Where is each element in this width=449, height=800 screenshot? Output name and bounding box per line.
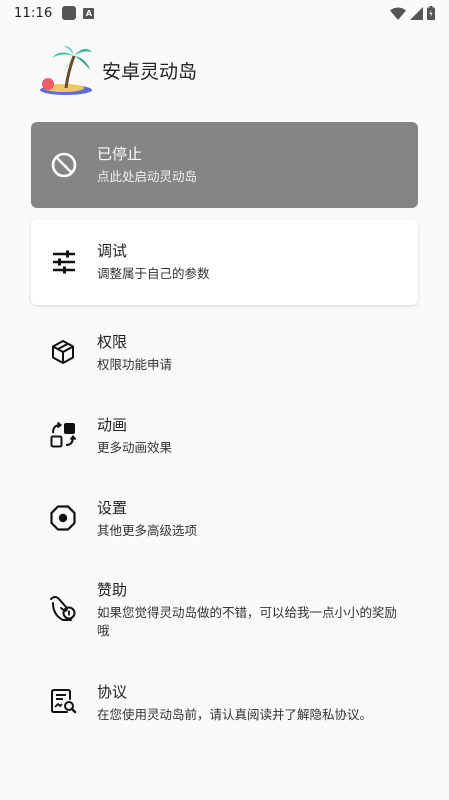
wifi-icon bbox=[390, 6, 406, 20]
palm-island-logo bbox=[40, 46, 92, 95]
status-bar: 11:16 A bbox=[0, 0, 449, 26]
battery-icon bbox=[427, 6, 435, 20]
menu-item-subtitle: 如果您觉得灵动岛做的不错，可以给我一点小小的奖励哦 bbox=[97, 605, 398, 638]
debug-card-title: 调试 bbox=[97, 242, 128, 260]
menu-item-agreement[interactable]: 协议 在您使用灵动岛前，请认真阅读并了解隐私协议。 bbox=[49, 682, 409, 724]
menu-item-subtitle: 其他更多高级选项 bbox=[97, 523, 198, 538]
menu-item-title: 赞助 bbox=[97, 581, 128, 599]
notification-square-icon bbox=[62, 6, 77, 20]
status-card-subtitle: 点此处启动灵动岛 bbox=[97, 169, 198, 184]
menu-item-subtitle: 在您使用灵动岛前，请认真阅读并了解隐私协议。 bbox=[97, 707, 373, 722]
shapes-swap-icon bbox=[49, 421, 77, 449]
menu-item-title: 设置 bbox=[97, 499, 128, 517]
status-card[interactable]: 已停止 点此处启动灵动岛 bbox=[31, 122, 418, 208]
sliders-icon bbox=[49, 247, 79, 277]
a-icon: A bbox=[83, 7, 95, 19]
menu-item-animation[interactable]: 动画 更多动画效果 bbox=[49, 415, 409, 457]
menu-item-title: 协议 bbox=[97, 683, 128, 701]
block-icon bbox=[49, 150, 79, 180]
menu-item-sponsor[interactable]: 赞助 如果您觉得灵动岛做的不错，可以给我一点小小的奖励哦 bbox=[49, 580, 409, 640]
debug-card-subtitle: 调整属于自己的参数 bbox=[97, 266, 210, 281]
menu-item-settings[interactable]: 设置 其他更多高级选项 bbox=[49, 498, 409, 540]
menu-item-subtitle: 权限功能申请 bbox=[97, 357, 173, 372]
signal-icon bbox=[410, 6, 423, 20]
menu-item-permissions[interactable]: 权限 权限功能申请 bbox=[49, 332, 409, 374]
cube-icon bbox=[49, 338, 77, 366]
debug-card[interactable]: 调试 调整属于自己的参数 bbox=[31, 219, 418, 305]
menu-item-title: 权限 bbox=[97, 333, 128, 351]
menu-item-title: 动画 bbox=[97, 416, 128, 434]
status-time: 11:16 bbox=[14, 5, 53, 21]
app-header: 安卓灵动岛 bbox=[38, 44, 197, 96]
app-title: 安卓灵动岛 bbox=[102, 60, 198, 83]
status-card-title: 已停止 bbox=[97, 145, 143, 163]
octagon-icon bbox=[49, 504, 77, 532]
hand-coin-icon bbox=[49, 594, 77, 622]
document-search-icon bbox=[49, 688, 77, 716]
menu-item-subtitle: 更多动画效果 bbox=[97, 440, 173, 455]
